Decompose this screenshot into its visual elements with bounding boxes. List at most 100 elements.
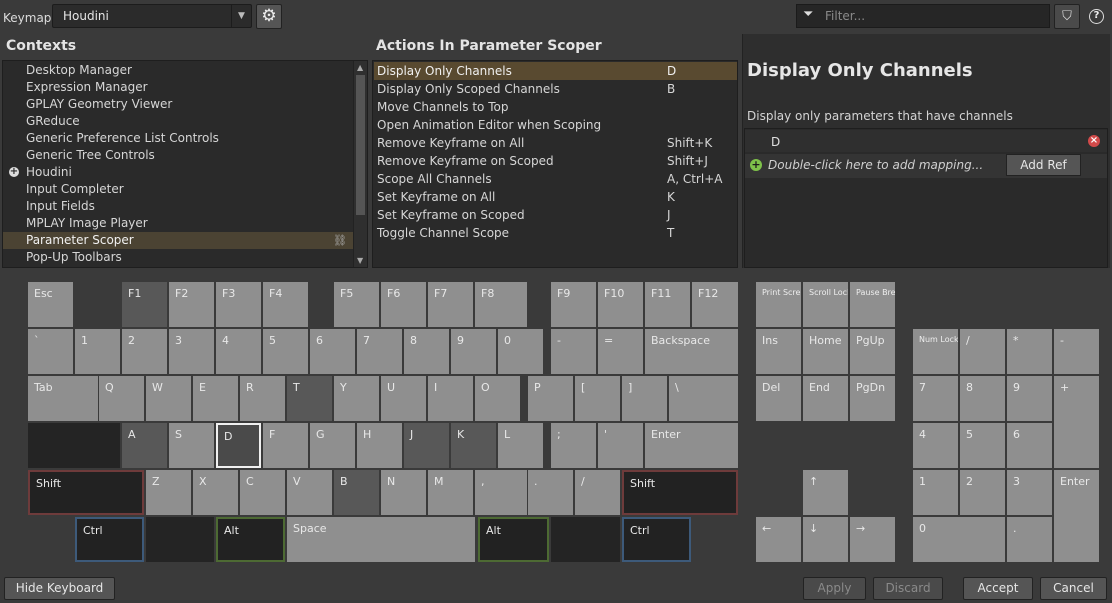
key-numpad[interactable]: +: [1054, 376, 1099, 468]
help-icon[interactable]: ?: [1089, 9, 1104, 24]
key-main[interactable]: Z: [146, 470, 191, 515]
expand-icon[interactable]: +: [9, 167, 19, 177]
add-mapping-hint[interactable]: Double-click here to add mapping...: [768, 158, 983, 172]
key-numpad[interactable]: -: [1054, 329, 1099, 374]
key-main[interactable]: 8: [404, 329, 449, 374]
key-main[interactable]: 9: [451, 329, 496, 374]
key-main[interactable]: F4: [263, 282, 308, 327]
mapping-row[interactable]: [745, 130, 1107, 152]
key-main[interactable]: T: [287, 376, 332, 421]
key-main[interactable]: F9: [551, 282, 596, 327]
key-main[interactable]: Shift: [28, 470, 144, 515]
key-numpad[interactable]: 3: [1007, 470, 1052, 515]
key-nav[interactable]: ↑: [803, 470, 848, 515]
context-item[interactable]: Input Fields: [3, 198, 353, 215]
scroll-down-icon[interactable]: ▼: [357, 256, 363, 265]
apply-button[interactable]: Apply: [803, 577, 866, 600]
hide-keyboard-button[interactable]: Hide Keyboard: [4, 577, 115, 600]
key-main[interactable]: 4: [216, 329, 261, 374]
context-item[interactable]: Expression Manager: [3, 79, 353, 96]
key-numpad[interactable]: 0: [913, 517, 1005, 562]
key-main[interactable]: B: [334, 470, 379, 515]
key-nav[interactable]: Pause Break: [850, 282, 895, 327]
filter-options-icon[interactable]: ⛉: [1054, 4, 1080, 29]
add-ref-button[interactable]: Add Ref: [1006, 154, 1081, 176]
key-nav[interactable]: Print Screen: [756, 282, 801, 327]
keymap-select[interactable]: Houdini ▼: [52, 4, 252, 28]
key-main[interactable]: F: [263, 423, 308, 468]
context-item[interactable]: Pop-Up Toolbars: [3, 249, 353, 266]
key-main[interactable]: F3: [216, 282, 261, 327]
key-main[interactable]: U: [381, 376, 426, 421]
key-nav[interactable]: Ins: [756, 329, 801, 374]
key-main[interactable]: G: [310, 423, 355, 468]
context-item[interactable]: Input Completer: [3, 181, 353, 198]
key-main[interactable]: F6: [381, 282, 426, 327]
key-nav[interactable]: ↓: [803, 517, 848, 562]
discard-button[interactable]: Discard: [873, 577, 943, 600]
key-main[interactable]: [: [575, 376, 620, 421]
key-main[interactable]: I: [428, 376, 473, 421]
key-main[interactable]: \: [669, 376, 738, 421]
key-main[interactable]: 7: [357, 329, 402, 374]
key-numpad[interactable]: Enter: [1054, 470, 1099, 562]
key-main[interactable]: [28, 423, 120, 468]
key-nav[interactable]: PgUp: [850, 329, 895, 374]
key-main[interactable]: ]: [622, 376, 667, 421]
context-item[interactable]: GReduce: [3, 113, 353, 130]
filter-input[interactable]: [825, 8, 1045, 24]
key-numpad[interactable]: .: [1007, 517, 1052, 562]
key-main[interactable]: J: [404, 423, 449, 468]
key-main[interactable]: Tab: [28, 376, 98, 421]
key-main[interactable]: .: [528, 470, 573, 515]
gear-icon[interactable]: ⚙: [256, 4, 282, 29]
key-numpad[interactable]: 7: [913, 376, 958, 421]
key-nav[interactable]: Scroll Lock: [803, 282, 848, 327]
action-row[interactable]: Display Only Scoped Channels B: [374, 80, 737, 98]
key-main[interactable]: C: [240, 470, 285, 515]
key-main[interactable]: F11: [645, 282, 690, 327]
key-main[interactable]: Ctrl: [622, 517, 691, 562]
key-main[interactable]: Q: [99, 376, 144, 421]
key-main[interactable]: -: [551, 329, 596, 374]
action-row[interactable]: Open Animation Editor when Scoping: [374, 116, 737, 134]
key-numpad[interactable]: /: [960, 329, 1005, 374]
context-item[interactable]: Generic Tree Controls: [3, 147, 353, 164]
key-main[interactable]: /: [575, 470, 620, 515]
key-numpad[interactable]: Num Lock: [913, 329, 958, 374]
key-main[interactable]: M: [428, 470, 473, 515]
action-row[interactable]: Move Channels to Top: [374, 98, 737, 116]
key-numpad[interactable]: 2: [960, 470, 1005, 515]
key-numpad[interactable]: *: [1007, 329, 1052, 374]
key-main[interactable]: V: [287, 470, 332, 515]
accept-button[interactable]: Accept: [963, 577, 1033, 600]
action-row[interactable]: Scope All Channels A, Ctrl+A: [374, 170, 737, 188]
key-main[interactable]: Esc: [28, 282, 73, 327]
scrollbar-thumb[interactable]: [356, 75, 365, 215]
key-numpad[interactable]: 6: [1007, 423, 1052, 468]
key-nav[interactable]: →: [850, 517, 895, 562]
action-row[interactable]: Set Keyframe on All K: [374, 188, 737, 206]
key-main[interactable]: [146, 517, 214, 562]
key-numpad[interactable]: 8: [960, 376, 1005, 421]
key-main[interactable]: F10: [598, 282, 643, 327]
context-item[interactable]: GPLAY Geometry Viewer: [3, 96, 353, 113]
key-nav[interactable]: End: [803, 376, 848, 421]
key-numpad[interactable]: 4: [913, 423, 958, 468]
key-main[interactable]: Enter: [645, 423, 738, 468]
key-main[interactable]: ,: [475, 470, 527, 515]
key-main[interactable]: 3: [169, 329, 214, 374]
key-main[interactable]: X: [193, 470, 238, 515]
key-main[interactable]: Alt: [216, 517, 285, 562]
key-main[interactable]: R: [240, 376, 285, 421]
key-main[interactable]: E: [193, 376, 238, 421]
context-item[interactable]: Generic Preference List Controls: [3, 130, 353, 147]
key-nav[interactable]: Del: [756, 376, 801, 421]
key-numpad[interactable]: 5: [960, 423, 1005, 468]
key-main[interactable]: ;: [551, 423, 596, 468]
key-main[interactable]: Space: [287, 517, 475, 562]
filter-field[interactable]: ⏷: [796, 4, 1050, 28]
key-main[interactable]: Y: [334, 376, 379, 421]
action-row[interactable]: Remove Keyframe on Scoped Shift+J: [374, 152, 737, 170]
key-main[interactable]: F1: [122, 282, 167, 327]
